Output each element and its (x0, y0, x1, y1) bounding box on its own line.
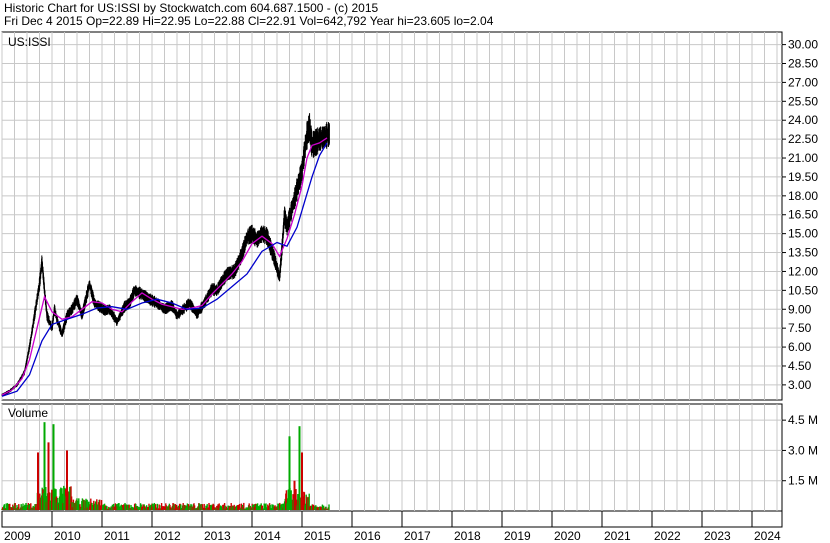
year-tick-label: 2009 (4, 529, 31, 543)
price-tick-label: 10.50 (788, 283, 818, 297)
year-tick-label: 2013 (204, 529, 231, 543)
price-tick-label: 4.50 (788, 359, 812, 373)
price-tick-label: 9.00 (788, 302, 812, 316)
price-tick-label: 15.00 (788, 227, 818, 241)
year-tick-label: 2022 (654, 529, 681, 543)
year-tick-label: 2014 (254, 529, 281, 543)
year-tick-label: 2012 (154, 529, 181, 543)
year-tick-label: 2010 (54, 529, 81, 543)
year-tick-label: 2019 (504, 529, 531, 543)
price-tick-label: 3.00 (788, 378, 812, 392)
price-tick-label: 21.00 (788, 151, 818, 165)
volume-tick-label: 1.5 M (788, 474, 818, 488)
year-tick-label: 2024 (754, 529, 781, 543)
year-tick-label: 2011 (104, 529, 130, 543)
price-tick-label: 24.00 (788, 113, 818, 127)
year-tick-label: 2023 (704, 529, 731, 543)
year-tick-label: 2020 (554, 529, 581, 543)
price-tick-label: 30.00 (788, 38, 818, 52)
year-tick-label: 2015 (304, 529, 331, 543)
price-tick-label: 7.50 (788, 321, 812, 335)
volume-tick-label: 4.5 M (788, 413, 818, 427)
year-axis-frame (1, 510, 783, 528)
price-tick-label: 22.50 (788, 132, 818, 146)
year-tick-label: 2018 (454, 529, 481, 543)
price-tick-label: 16.50 (788, 208, 818, 222)
price-tick-label: 27.00 (788, 75, 818, 89)
stockwatch-chart: Historic Chart for US:ISSI by Stockwatch… (0, 0, 830, 543)
price-tick-label: 18.00 (788, 189, 818, 203)
price-panel-title: US:ISSI (8, 35, 51, 49)
year-tick-label: 2021 (604, 529, 631, 543)
price-tick-label: 19.50 (788, 170, 818, 184)
price-tick-label: 13.50 (788, 246, 818, 260)
volume-tick-label: 3.0 M (788, 443, 818, 457)
price-tick-label: 12.00 (788, 264, 818, 278)
chart-canvas: 30.00 28.50 27.00 25.50 24.00 22.50 21.00 19.50… (1, 31, 818, 543)
volume-panel-title: Volume (8, 406, 48, 420)
year-tick-label: 2017 (404, 529, 431, 543)
price-tick-label: 25.50 (788, 94, 818, 108)
year-tick-label: 2016 (354, 529, 381, 543)
price-tick-label: 28.50 (788, 57, 818, 71)
price-tick-label: 6.00 (788, 340, 812, 354)
